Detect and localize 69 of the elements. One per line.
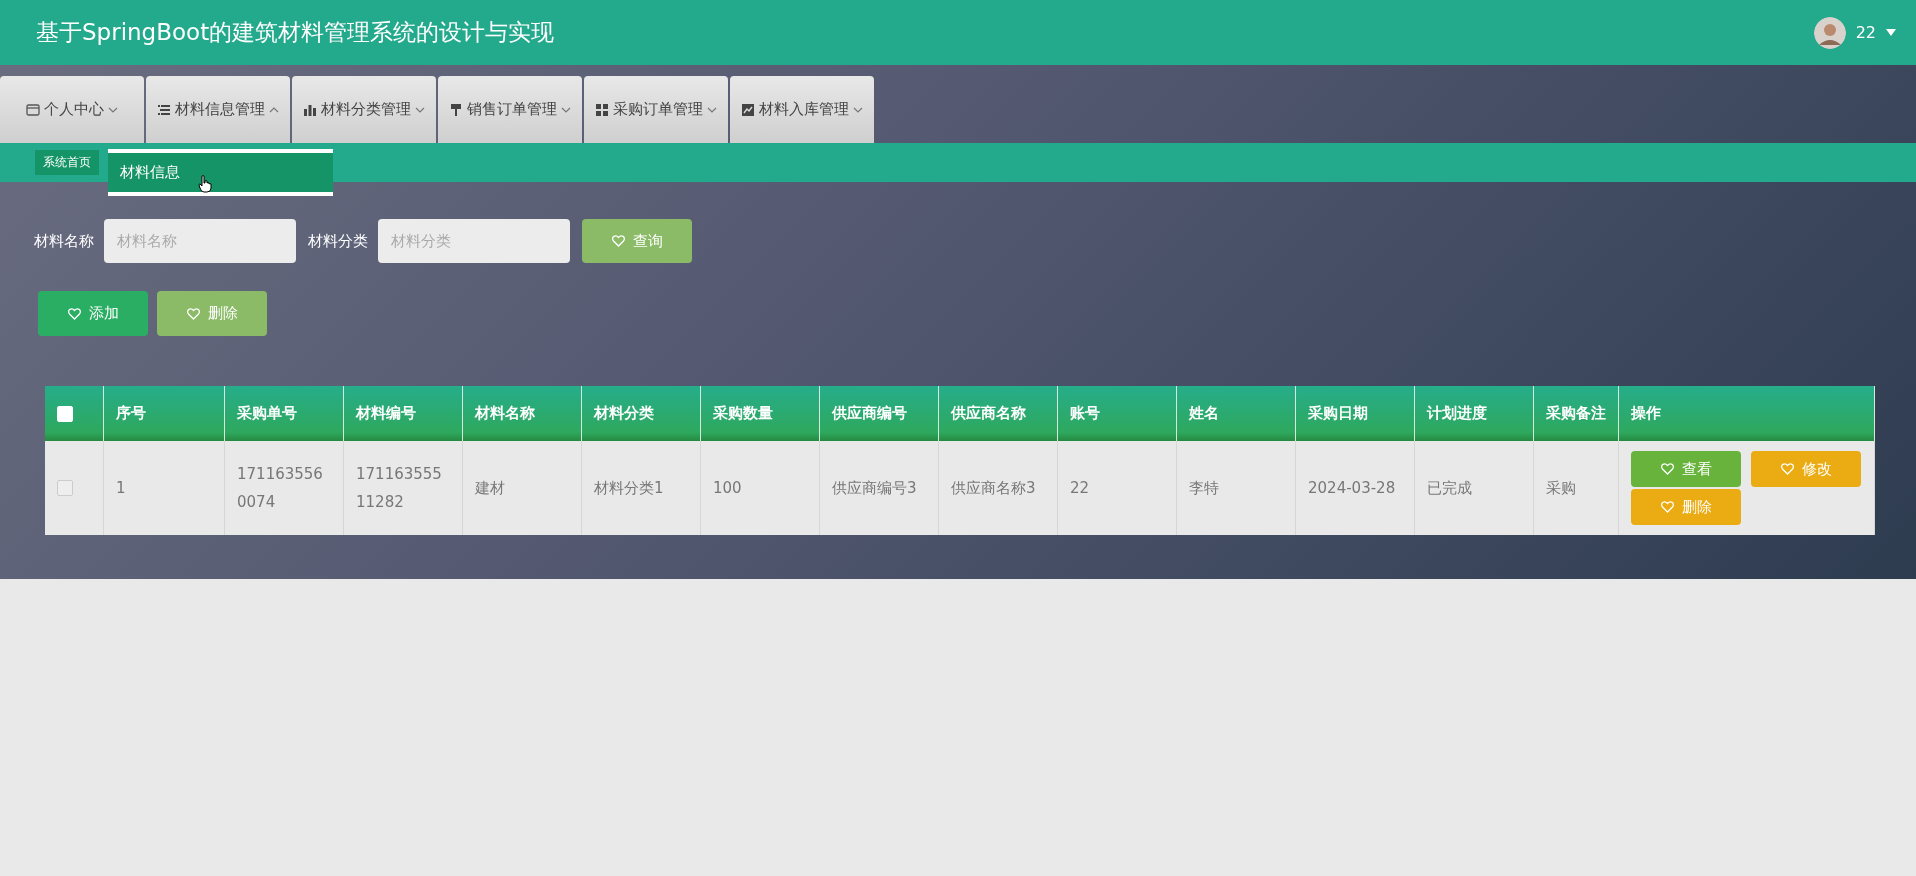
view-button[interactable]: 查看 xyxy=(1631,451,1742,487)
chevron-icon xyxy=(561,106,571,113)
column-header: 材料名称 xyxy=(462,386,582,441)
chevron-icon xyxy=(269,106,279,113)
avatar-icon[interactable] xyxy=(1813,16,1846,49)
nav-menu[interactable]: 采购订单管理 xyxy=(584,76,728,143)
field-label: 材料名称 xyxy=(34,231,94,251)
table-cell: 22 xyxy=(1057,441,1177,535)
nav-menu[interactable]: 材料分类管理 xyxy=(292,76,436,143)
column-header: 材料编号 xyxy=(343,386,463,441)
column-header: 计划进度 xyxy=(1414,386,1534,441)
chevron-icon xyxy=(707,106,717,113)
column-header: 操作 xyxy=(1618,386,1875,441)
column-header: 采购数量 xyxy=(700,386,820,441)
column-header: 采购单号 xyxy=(224,386,344,441)
heart-icon xyxy=(1660,463,1674,475)
column-header: 采购备注 xyxy=(1533,386,1619,441)
table-cell: 100 xyxy=(700,441,820,535)
chevron-icon xyxy=(853,106,863,113)
search-field[interactable]: 材料名称 xyxy=(104,219,296,263)
table-cell: 材料分类1 xyxy=(581,441,701,535)
table-cell: 采购 xyxy=(1533,441,1619,535)
heart-icon xyxy=(1780,463,1794,475)
user-name[interactable]: 22 xyxy=(1855,23,1876,42)
delete-button[interactable]: 删除 xyxy=(1631,489,1742,525)
line-chart-icon xyxy=(741,102,755,117)
nav-menu[interactable]: 销售订单管理 xyxy=(438,76,582,143)
search-field[interactable]: 材料分类 xyxy=(378,219,570,263)
heart-icon xyxy=(186,307,200,320)
column-header: 账号 xyxy=(1057,386,1177,441)
column-header: 供应商名称 xyxy=(938,386,1058,441)
nav-menu[interactable]: 材料信息管理 xyxy=(146,76,290,143)
paint-roller-icon xyxy=(449,102,463,117)
table-cell: 1711635560074 xyxy=(224,441,344,535)
nav-menu[interactable]: 个人中心 xyxy=(0,76,144,143)
grid-icon xyxy=(595,102,609,117)
heart-icon xyxy=(611,235,625,247)
field-label: 材料分类 xyxy=(308,231,368,251)
column-header: 采购日期 xyxy=(1295,386,1415,441)
app-title: 基于SpringBoot的建筑材料管理系统的设计与实现 xyxy=(36,18,555,47)
delete-button[interactable]: 删除 xyxy=(157,291,267,336)
chevron-icon xyxy=(108,106,118,113)
search-button[interactable]: 查询 xyxy=(582,219,692,263)
list-icon xyxy=(157,102,171,117)
heart-icon xyxy=(67,307,81,320)
table-cell: 17116355511282 xyxy=(343,441,463,535)
table-cell: 供应商编号3 xyxy=(819,441,939,535)
column-header: 供应商编号 xyxy=(819,386,939,441)
table-cell: 2024-03-28 xyxy=(1295,441,1415,535)
column-header: 序号 xyxy=(103,386,225,441)
table-cell: 1 xyxy=(103,441,225,535)
menu-item[interactable]: 材料信息 xyxy=(108,153,333,192)
heart-icon xyxy=(1660,501,1674,513)
checkbox[interactable] xyxy=(57,480,73,496)
caret-icon[interactable] xyxy=(1886,29,1896,36)
add-button[interactable]: 添加 xyxy=(38,291,148,336)
nav-menu[interactable]: 材料入库管理 xyxy=(730,76,874,143)
table-cell: 李特 xyxy=(1176,441,1296,535)
column-header: 姓名 xyxy=(1176,386,1296,441)
bar-chart-icon xyxy=(303,102,317,117)
edit-button[interactable]: 修改 xyxy=(1751,451,1862,487)
breadcrumb-link[interactable]: 系统首页 xyxy=(35,150,99,175)
table-cell: 已完成 xyxy=(1414,441,1534,535)
column-header: 材料分类 xyxy=(581,386,701,441)
chevron-icon xyxy=(415,106,425,113)
table-cell: 供应商名称3 xyxy=(938,441,1058,535)
table-cell: 建材 xyxy=(462,441,582,535)
hand-cursor-icon xyxy=(198,175,212,193)
card-icon xyxy=(26,102,40,117)
